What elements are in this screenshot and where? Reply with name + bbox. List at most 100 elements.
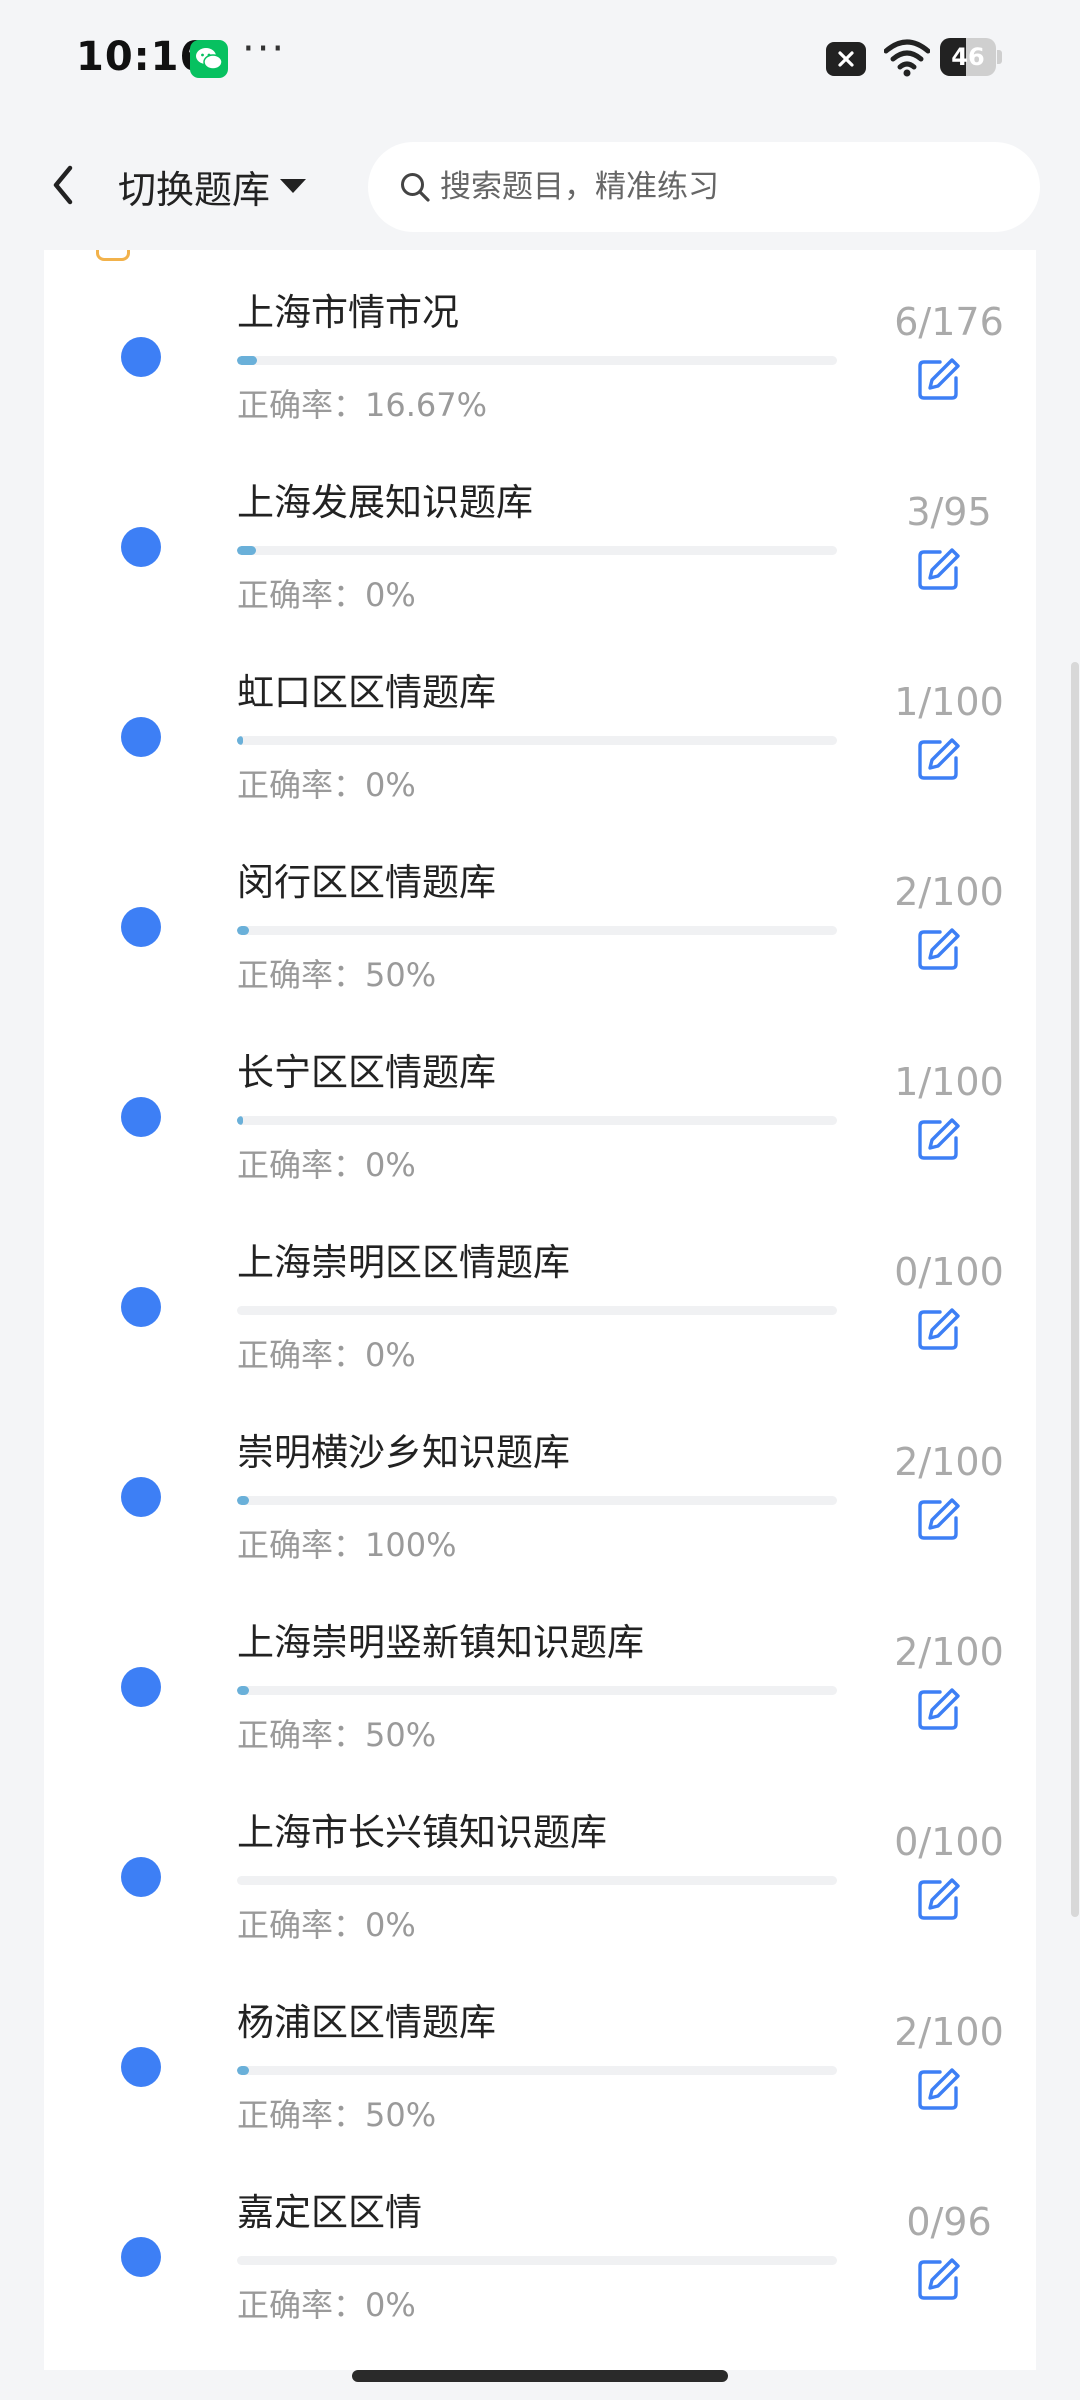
- search-icon: [401, 173, 430, 202]
- question-bank-item[interactable]: 上海市长兴镇知识题库 正确率：0% 0/100: [44, 1800, 1036, 1990]
- accuracy-label: 正确率：: [237, 1716, 366, 1754]
- progress-bar: [237, 2256, 837, 2265]
- question-bank-list-card: 上海市情市况 正确率：16.67% 6/176 上海发展知识题库 正确率：0% …: [44, 250, 1036, 2370]
- answered-count: 3/95: [906, 490, 992, 534]
- question-bank-item[interactable]: 虹口区区情题库 正确率：0% 1/100: [44, 660, 1036, 850]
- answered-count: 2/100: [894, 1630, 1004, 1674]
- battery-percentage: 46: [951, 43, 985, 71]
- question-bank-title: 杨浦区区情题库: [237, 2001, 496, 2044]
- edit-icon[interactable]: [916, 546, 962, 592]
- status-dot: [121, 337, 161, 377]
- question-bank-list: 上海市情市况 正确率：16.67% 6/176 上海发展知识题库 正确率：0% …: [44, 280, 1036, 2370]
- accuracy-label: 正确率：: [237, 766, 366, 804]
- accuracy-label: 正确率：: [237, 1336, 366, 1374]
- answered-count: 1/100: [894, 1060, 1004, 1104]
- accuracy-value: 100%: [365, 1526, 457, 1564]
- edit-icon[interactable]: [916, 1496, 962, 1542]
- question-bank-item[interactable]: 嘉定区区情 正确率：0% 0/96: [44, 2180, 1036, 2370]
- edit-icon[interactable]: [916, 356, 962, 402]
- progress-bar: [237, 546, 837, 555]
- search-box[interactable]: [368, 142, 1040, 232]
- question-bank-title: 上海市长兴镇知识题库: [237, 1811, 607, 1854]
- progress-fill: [237, 736, 243, 745]
- question-bank-item[interactable]: 崇明横沙乡知识题库 正确率：100% 2/100: [44, 1420, 1036, 1610]
- status-dot: [121, 907, 161, 947]
- question-bank-item[interactable]: 闵行区区情题库 正确率：50% 2/100: [44, 850, 1036, 1040]
- status-time: 10:16: [76, 34, 209, 80]
- progress-bar: [237, 356, 837, 365]
- question-bank-title: 上海崇明区区情题库: [237, 1241, 570, 1284]
- scrollbar[interactable]: [1071, 662, 1079, 1917]
- accuracy-text: 正确率：0%: [237, 1140, 416, 1186]
- progress-fill: [237, 1116, 243, 1125]
- edit-icon[interactable]: [916, 2066, 962, 2112]
- accuracy-text: 正确率：0%: [237, 570, 416, 616]
- accuracy-value: 0%: [365, 1146, 416, 1184]
- top-navigation-bar: 切换题库: [0, 120, 1080, 250]
- question-bank-item[interactable]: 杨浦区区情题库 正确率：50% 2/100: [44, 1990, 1036, 2180]
- edit-icon[interactable]: [916, 1876, 962, 1922]
- edit-icon[interactable]: [916, 1116, 962, 1162]
- accuracy-text: 正确率：0%: [237, 760, 416, 806]
- question-bank-title: 上海市情市况: [237, 291, 459, 334]
- battery-icon: 46: [940, 38, 1002, 76]
- answered-count: 2/100: [894, 1440, 1004, 1484]
- question-bank-item[interactable]: 上海市情市况 正确率：16.67% 6/176: [44, 280, 1036, 470]
- answered-count: 1/100: [894, 680, 1004, 724]
- question-bank-title: 闵行区区情题库: [237, 861, 496, 904]
- edit-icon[interactable]: [916, 1306, 962, 1352]
- back-arrow-icon[interactable]: [44, 160, 84, 210]
- progress-fill: [237, 546, 257, 555]
- switch-question-bank-label: 切换题库: [118, 167, 271, 212]
- edit-icon[interactable]: [916, 2256, 962, 2302]
- accuracy-value: 0%: [365, 1906, 416, 1944]
- close-notification-icon: [826, 42, 866, 76]
- accuracy-text: 正确率：0%: [237, 1330, 416, 1376]
- edit-icon[interactable]: [916, 1686, 962, 1732]
- edit-icon[interactable]: [916, 736, 962, 782]
- accuracy-label: 正确率：: [237, 2096, 366, 2134]
- caret-down-icon: [280, 179, 307, 193]
- edit-icon[interactable]: [916, 926, 962, 972]
- accuracy-text: 正确率：50%: [237, 2090, 436, 2136]
- question-bank-item[interactable]: 长宁区区情题库 正确率：0% 1/100: [44, 1040, 1036, 1230]
- more-notifications-icon: ···: [242, 26, 287, 72]
- accuracy-value: 16.67%: [365, 386, 488, 424]
- accuracy-label: 正确率：: [237, 1906, 366, 1944]
- status-dot: [121, 717, 161, 757]
- accuracy-value: 50%: [365, 1716, 437, 1754]
- question-bank-title: 崇明横沙乡知识题库: [237, 1431, 570, 1474]
- question-bank-item[interactable]: 上海崇明竖新镇知识题库 正确率：50% 2/100: [44, 1610, 1036, 1800]
- progress-bar: [237, 1876, 837, 1885]
- progress-bar: [237, 736, 837, 745]
- progress-fill: [237, 926, 249, 935]
- accuracy-value: 0%: [365, 766, 416, 804]
- switch-question-bank-dropdown[interactable]: 切换题库: [118, 158, 307, 214]
- accuracy-text: 正确率：50%: [237, 1710, 436, 1756]
- answered-count: 2/100: [894, 2010, 1004, 2054]
- progress-fill: [237, 2066, 249, 2075]
- answered-count: 0/100: [894, 1820, 1004, 1864]
- search-input[interactable]: [438, 168, 1002, 206]
- question-bank-item[interactable]: 上海发展知识题库 正确率：0% 3/95: [44, 470, 1036, 660]
- accuracy-value: 50%: [365, 2096, 437, 2134]
- status-dot: [121, 1477, 161, 1517]
- progress-fill: [237, 356, 258, 365]
- status-dot: [121, 2047, 161, 2087]
- accuracy-label: 正确率：: [237, 956, 366, 994]
- answered-count: 0/96: [906, 2200, 992, 2244]
- accuracy-text: 正确率：0%: [237, 1900, 416, 1946]
- home-indicator[interactable]: [352, 2370, 728, 2382]
- accuracy-value: 0%: [365, 1336, 416, 1374]
- progress-fill: [237, 1496, 249, 1505]
- accuracy-text: 正确率：16.67%: [237, 380, 487, 426]
- status-dot: [121, 1857, 161, 1897]
- status-dot: [121, 1667, 161, 1707]
- question-bank-title: 长宁区区情题库: [237, 1051, 496, 1094]
- accuracy-label: 正确率：: [237, 2286, 366, 2324]
- question-bank-item[interactable]: 上海崇明区区情题库 正确率：0% 0/100: [44, 1230, 1036, 1420]
- progress-bar: [237, 1686, 837, 1695]
- progress-bar: [237, 1116, 837, 1125]
- status-dot: [121, 2237, 161, 2277]
- answered-count: 6/176: [894, 300, 1004, 344]
